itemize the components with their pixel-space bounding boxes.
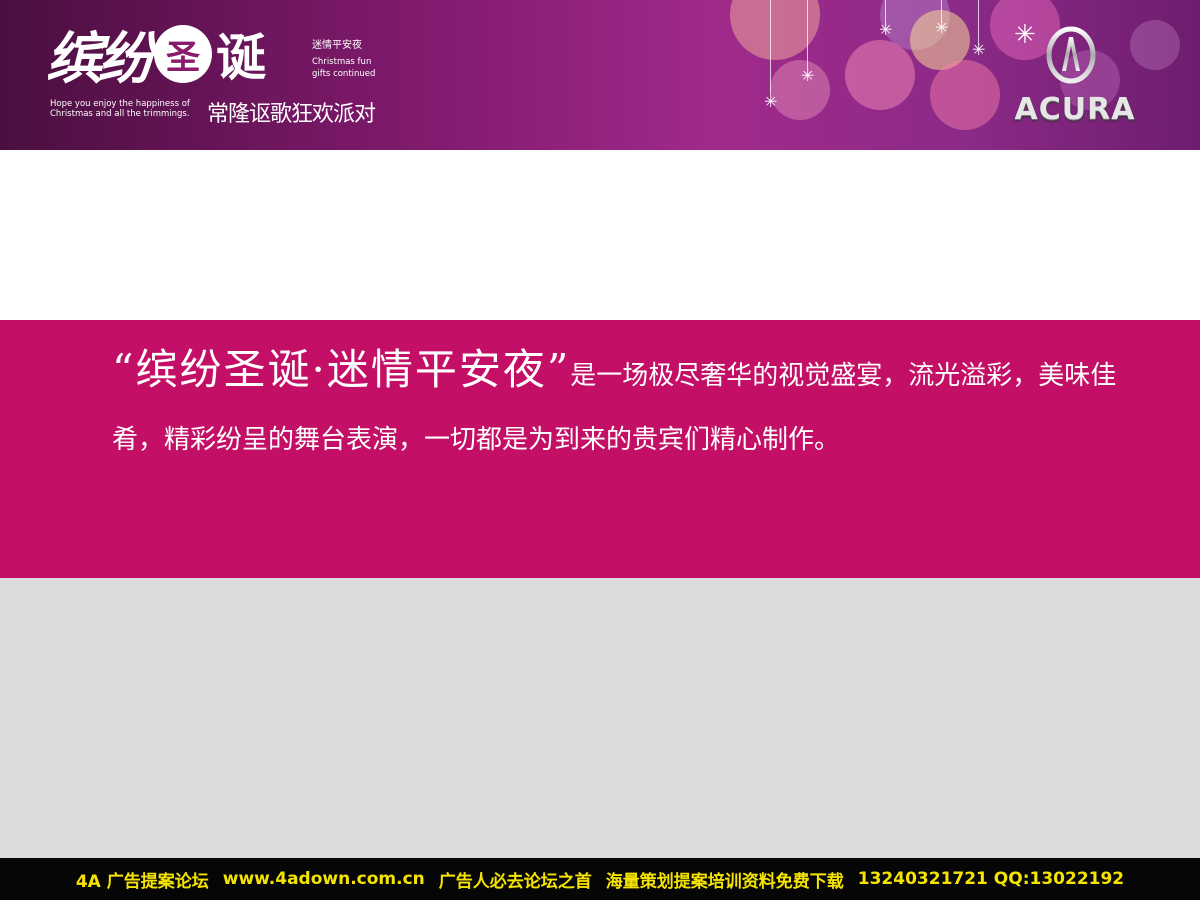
- footer-slogan: 广告人必去论坛之首: [438, 871, 592, 892]
- intro-paragraph: “缤纷圣诞·迷情平安夜”是一场极尽奢华的视觉盛宴，流光溢彩，美味佳肴，精彩纷呈的…: [112, 338, 1122, 472]
- header-banner: ✳ ✳ ✳ ✳ ✳ ✳ 缤纷 圣 诞 迷情平安夜 Christmas fun g…: [0, 0, 1200, 150]
- intro-lead: “缤纷圣诞·迷情平安夜”: [112, 345, 571, 394]
- hanging-string: [807, 0, 808, 70]
- bokeh-light: [770, 60, 830, 120]
- brand-logo: ACURA: [990, 26, 1160, 127]
- title-script-text: 缤纷: [46, 25, 154, 92]
- footer-desc: 海量策划提案培训资料免费下载: [605, 871, 844, 892]
- snowflake-icon: ✳: [801, 66, 815, 85]
- gray-panel: [0, 578, 1200, 858]
- snowflake-icon: ✳: [972, 40, 986, 59]
- footer-forum: 4A 广告提案论坛: [75, 871, 209, 892]
- hanging-string: [978, 0, 979, 45]
- bokeh-light: [845, 40, 915, 110]
- snowflake-icon: ✳: [764, 92, 778, 111]
- hanging-string: [770, 0, 771, 95]
- snowflake-icon: ✳: [879, 20, 893, 39]
- brand-name: ACURA: [1014, 92, 1136, 127]
- event-title: 缤纷 圣 诞: [46, 14, 266, 94]
- title-circle-badge: 圣: [154, 25, 212, 83]
- blank-band: [0, 150, 1200, 320]
- snowflake-icon: ✳: [935, 18, 949, 37]
- title-bold-text: 诞: [216, 29, 266, 87]
- subtitle-en: Christmas fun gifts continued: [312, 57, 376, 79]
- footer-contact: 13240321721 QQ:13022192: [857, 869, 1125, 889]
- tagline-en: Hope you enjoy the happiness of Christma…: [50, 99, 190, 119]
- party-title: 常隆讴歌狂欢派对: [207, 102, 376, 127]
- acura-emblem-icon: [1046, 26, 1096, 84]
- footer-bar: 4A 广告提案论坛 www.4adown.com.cn 广告人必去论坛之首 海量…: [0, 858, 1200, 900]
- subtitle-cn: 迷情平安夜: [312, 40, 362, 51]
- footer-url[interactable]: www.4adown.com.cn: [223, 869, 425, 889]
